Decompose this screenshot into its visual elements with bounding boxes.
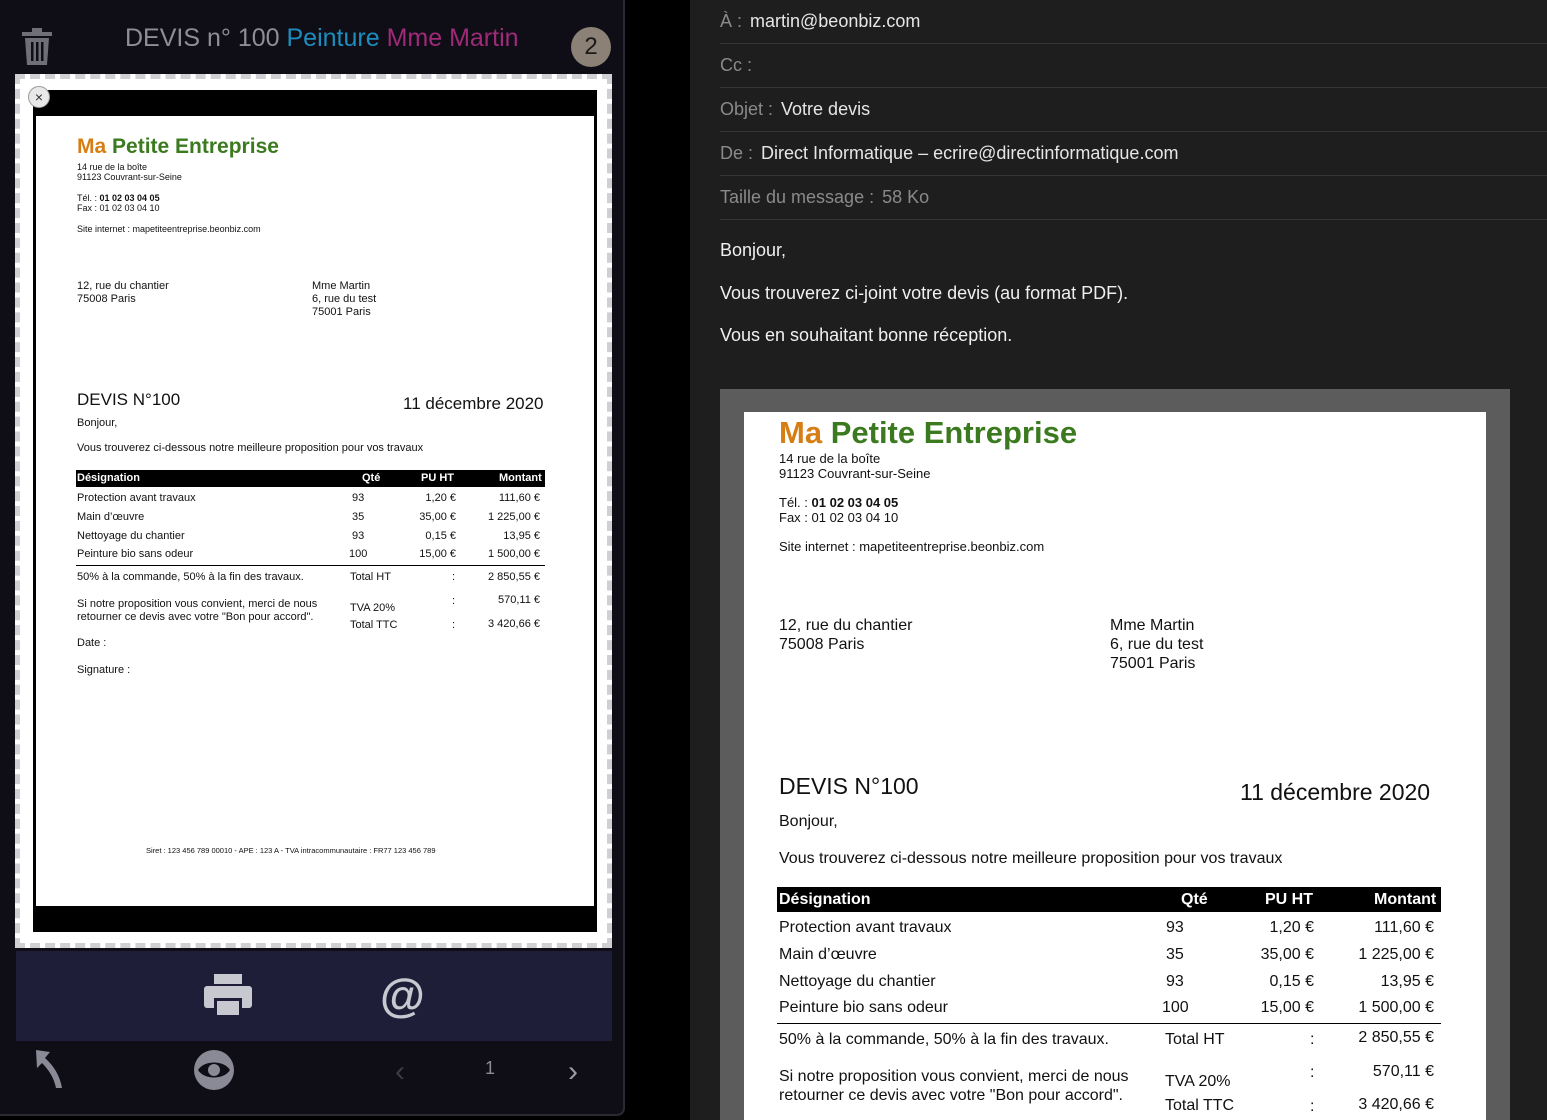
document-page-thumb: Ma Petite Entreprise 14 rue de la boîte … (36, 116, 594, 906)
table-header (76, 470, 545, 487)
quote-title: DEVIS N°100 (77, 390, 181, 409)
chevron-right-icon[interactable]: › (568, 1055, 578, 1089)
app-window: DEVIS n° 100 Peinture Mme Martin 2 Ma Pe… (0, 0, 1547, 1120)
client-address-1: 6, rue du test (312, 293, 377, 305)
table-header (777, 887, 1441, 912)
title-prefix: DEVIS n° 100 (125, 24, 280, 52)
table-divider (777, 1023, 1441, 1024)
email-icon[interactable]: @ (380, 968, 425, 1022)
company-address-2: 91123 Couvrant-sur-Seine (77, 172, 182, 182)
document-title: DEVIS n° 100 Peinture Mme Martin (125, 24, 519, 53)
tva-label: TVA 20% (1165, 1073, 1231, 1090)
title-client: Mme Martin (386, 24, 519, 52)
acceptance-line-1: Si notre proposition vous convient, merc… (779, 1068, 1129, 1085)
company-phone: Tél. : 01 02 03 04 05 (779, 495, 899, 510)
col-designation: Désignation (779, 891, 871, 908)
site-address-2: 75008 Paris (779, 636, 865, 653)
quote-intro: Vous trouverez ci-dessous notre meilleur… (77, 442, 424, 454)
trash-icon[interactable] (20, 28, 54, 66)
size-value: 58 Ko (882, 187, 930, 207)
chevron-left-icon[interactable]: ‹ (395, 1055, 405, 1089)
total-ttc-label: Total TTC (1165, 1097, 1235, 1114)
client-name: Mme Martin (312, 280, 371, 292)
client-name: Mme Martin (1110, 617, 1195, 634)
acceptance-line-1: Si notre proposition vous convient, merc… (77, 598, 318, 610)
client-address-1: 6, rue du test (1110, 636, 1204, 653)
subject-value[interactable]: Votre devis (781, 99, 870, 120)
col-qty: Qté (1181, 891, 1208, 908)
client-address-2: 75001 Paris (312, 306, 371, 318)
company-fax: Fax : 01 02 03 04 10 (77, 203, 160, 213)
company-address-1: 14 rue de la boîte (77, 162, 148, 172)
page-number: 1 (485, 1058, 496, 1078)
total-ht-value: 2 850,55 € (1358, 1029, 1434, 1046)
legal-footer: Siret : 123 456 789 00010 - APE : 123 A … (146, 846, 436, 855)
col-qty: Qté (362, 472, 381, 484)
close-icon[interactable]: × (28, 86, 50, 108)
company-address-1: 14 rue de la boîte (779, 451, 881, 466)
total-ht-value: 2 850,55 € (488, 571, 540, 583)
from-field[interactable]: De : Direct Informatique – ecrire@direct… (720, 132, 1547, 176)
col-unit-price: PU HT (1265, 891, 1313, 908)
payment-terms: 50% à la commande, 50% à la fin des trav… (77, 571, 304, 583)
cc-field[interactable]: Cc : (720, 44, 1547, 88)
company-site: Site internet : mapetiteentreprise.beonb… (779, 539, 1045, 554)
total-ht-label: Total HT (350, 571, 391, 583)
col-unit-price: PU HT (421, 472, 454, 484)
to-label: À : (720, 11, 743, 31)
back-arrow-icon[interactable] (34, 1048, 64, 1090)
client-address-2: 75001 Paris (1110, 655, 1196, 672)
eye-icon[interactable] (193, 1050, 235, 1090)
acceptance-line-2: retourner ce devis avec votre "Bon pour … (77, 611, 314, 623)
quote-intro: Vous trouverez ci-dessous notre meilleur… (779, 850, 1283, 867)
col-designation: Désignation (77, 472, 140, 484)
total-ttc-value: 3 420,66 € (1358, 1096, 1434, 1113)
table-divider (76, 565, 545, 566)
quote-greeting: Bonjour, (779, 813, 838, 830)
company-fax: Fax : 01 02 03 04 10 (779, 510, 899, 525)
quote-date: 11 décembre 2020 (1240, 779, 1431, 805)
subject-field[interactable]: Objet : Votre devis (720, 88, 1547, 132)
col-amount: Montant (499, 472, 542, 484)
total-ht-label: Total HT (1165, 1031, 1225, 1048)
email-body-line: Vous en souhaitant bonne réception. (720, 325, 1013, 345)
site-address-2: 75008 Paris (77, 293, 136, 305)
site-address-1: 12, rue du chantier (779, 617, 913, 634)
col-amount: Montant (1374, 891, 1437, 908)
size-label: Taille du message : (720, 187, 875, 207)
count-badge[interactable]: 2 (571, 27, 611, 67)
payment-terms: 50% à la commande, 50% à la fin des trav… (779, 1031, 1109, 1048)
cc-label: Cc : (720, 55, 753, 75)
action-toolbar (16, 951, 612, 1041)
tva-value: 570,11 € (1372, 1063, 1434, 1080)
acceptance-line-2: retourner ce devis avec votre "Bon pour … (779, 1087, 1123, 1104)
quote-title: DEVIS N°100 (779, 773, 919, 799)
subject-label: Objet : (720, 99, 774, 119)
company-address-2: 91123 Couvrant-sur-Seine (779, 466, 931, 481)
print-icon[interactable] (204, 974, 252, 1018)
company-site: Site internet : mapetiteentreprise.beonb… (77, 224, 261, 234)
to-value[interactable]: martin@beonbiz.com (750, 11, 920, 32)
tva-label: TVA 20% (350, 602, 396, 614)
brand-logo: Ma Petite Entreprise (77, 135, 279, 158)
signature-field-label: Signature : (77, 664, 131, 676)
site-address-1: 12, rue du chantier (77, 280, 169, 292)
from-value[interactable]: Direct Informatique – ecrire@directinfor… (761, 143, 1178, 164)
date-field-label: Date : (77, 637, 107, 649)
email-body-line: Bonjour, (720, 240, 787, 260)
message-size: Taille du message : 58 Ko (720, 176, 1547, 220)
to-field[interactable]: À : martin@beonbiz.com (720, 0, 1547, 44)
company-phone: Tél. : 01 02 03 04 05 (77, 193, 160, 203)
total-ttc-value: 3 420,66 € (488, 618, 540, 630)
from-label: De : (720, 143, 754, 163)
quote-date: 11 décembre 2020 (403, 394, 544, 413)
quote-greeting: Bonjour, (77, 417, 118, 429)
email-body-line: Vous trouverez ci-joint votre devis (au … (720, 283, 1129, 303)
attachment-page: Ma Petite Entreprise 14 rue de la boîte … (744, 412, 1486, 1120)
brand-logo: Ma Petite Entreprise (779, 415, 1078, 450)
tva-value: 570,11 € (497, 594, 540, 606)
title-category: Peinture (286, 24, 380, 52)
total-ttc-label: Total TTC (350, 619, 398, 631)
